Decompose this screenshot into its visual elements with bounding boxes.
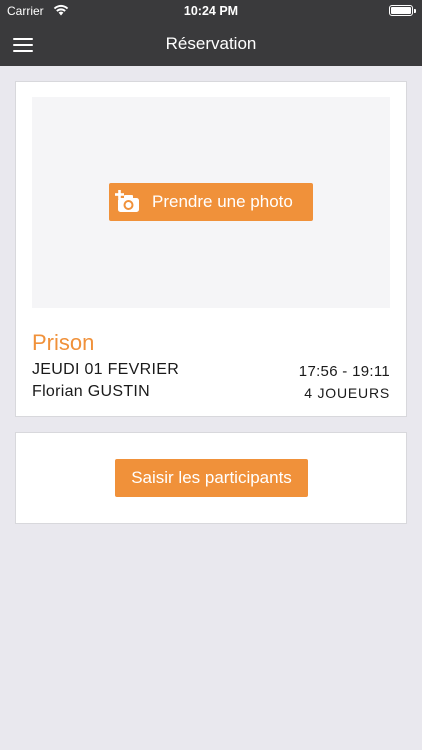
status-time: 10:24 PM — [183, 4, 239, 18]
add-camera-icon — [115, 190, 141, 214]
page-title: Réservation — [165, 34, 257, 53]
battery-icon — [389, 5, 416, 16]
status-bar: Carrier 10:24 PM — [0, 0, 422, 22]
photo-placeholder: Prendre une photo — [32, 97, 390, 308]
take-photo-label: Prendre une photo — [152, 192, 293, 211]
participants-card: Saisir les participants — [15, 432, 407, 524]
navigation-bar: Réservation — [0, 22, 422, 66]
enter-participants-button[interactable]: Saisir les participants — [115, 459, 308, 497]
reservation-date: JEUDI 01 FEVRIER — [32, 361, 180, 378]
reservation-player-count: 4 JOUEURS — [304, 385, 390, 401]
reservation-card: Prendre une photo Prison JEUDI 01 FEVRIE… — [15, 81, 407, 417]
take-photo-button[interactable]: Prendre une photo — [109, 183, 313, 221]
reservation-time: 17:56 - 19:11 — [298, 363, 390, 380]
reservation-title: Prison — [32, 330, 95, 355]
reservation-customer-name: Florian GUSTIN — [32, 383, 150, 400]
